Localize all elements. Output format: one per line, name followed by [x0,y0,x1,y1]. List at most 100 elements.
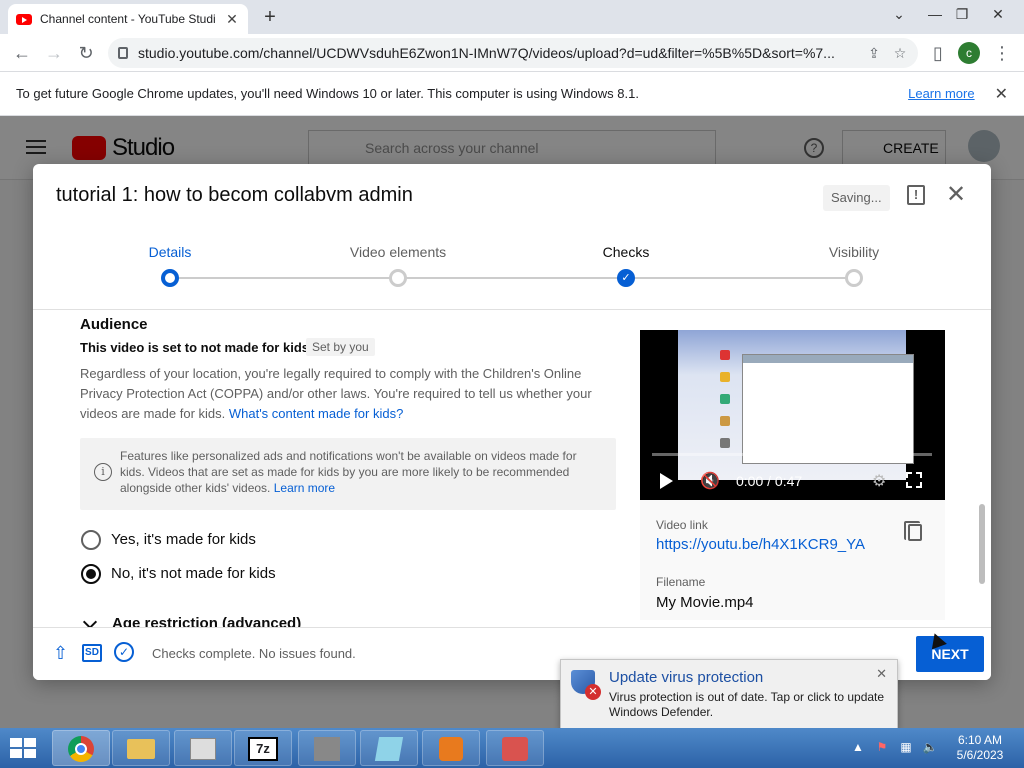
content-scrollbar[interactable] [979,504,985,584]
notes-taskbar-icon[interactable] [360,730,418,766]
step-checks[interactable]: Checks [556,244,696,260]
monitor-taskbar-icon[interactable] [174,730,232,766]
play-icon[interactable] [660,473,673,489]
youtube-favicon-icon [16,13,32,25]
side-panel-icon[interactable]: ▯ [926,41,950,65]
video-progress-bar[interactable] [652,453,932,456]
fullscreen-icon[interactable] [906,472,922,488]
tab-title: Channel content - YouTube Studio [40,12,216,26]
video-frame [678,330,914,480]
checks-status: Checks complete. No issues found. [152,646,356,661]
age-restriction-toggle[interactable]: Age restriction (advanced) [112,615,301,627]
filename-label: Filename [656,575,706,589]
dialog-title: tutorial 1: how to becom collabvm admin [56,184,413,206]
tray-flag-icon[interactable]: ⚑ [874,740,890,756]
tray-expand-icon[interactable]: ▲ [850,740,866,756]
browser-tab[interactable]: Channel content - YouTube Studio ✕ [8,4,248,34]
toast-title: Update virus protection [609,669,764,686]
7zip-taskbar-icon[interactable]: 7z [234,730,292,766]
video-link-label: Video link [656,518,708,532]
kids-info-box: i Features like personalized ads and not… [80,438,616,510]
address-toolbar: ← → ↻ studio.youtube.com/channel/UCDWVsd… [0,34,1024,72]
details-content: Audience This video is set to not made f… [33,310,991,627]
close-dialog-icon[interactable]: ✕ [943,182,969,208]
stepper: Details Video elements Checks Visibility… [33,232,991,310]
step-visibility[interactable]: Visibility [784,244,924,260]
defender-shield-icon: ✕ [571,670,601,700]
sd-badge-icon[interactable]: SD [82,644,102,662]
step-check-icon: ✓ [617,269,635,287]
clock-time: 6:10 AM [957,733,1003,747]
chrome-taskbar-icon[interactable] [52,730,110,766]
video-preview-panel: 🔇 0:00 / 0:47 ⚙ Video link https://youtu… [640,330,945,620]
tray-volume-icon[interactable]: 🔈 [922,740,938,756]
movie-maker-taskbar-icon[interactable] [486,730,544,766]
window-close-button[interactable]: ✕ [980,0,1016,30]
bookmark-star-icon[interactable]: ☆ [892,45,908,62]
clock-date: 5/6/2023 [956,748,1004,762]
radio-not-made-for-kids-label[interactable]: No, it's not made for kids [111,565,276,582]
toast-body: Virus protection is out of date. Tap or … [609,690,885,719]
taskbar-clock[interactable]: 6:10 AM 5/6/2023 [944,733,1016,763]
omnibox[interactable]: studio.youtube.com/channel/UCDWVsduhE6Zw… [108,38,918,68]
radio-made-for-kids[interactable] [81,530,101,550]
feedback-icon[interactable]: ! [907,185,925,205]
filename-value: My Movie.mp4 [656,594,754,611]
step-dot [845,269,863,287]
windows-taskbar: 7z ▲ ⚑ ▦ 🔈 6:10 AM 5/6/2023 [0,728,1024,768]
settings-gear-icon[interactable]: ⚙ [872,471,886,491]
tab-search-icon[interactable]: ⌄ [881,0,917,30]
audience-description: Regardless of your location, you're lega… [80,364,620,424]
audience-status: This video is set to not made for kids [80,340,309,355]
set-by-chip: Set by you [306,338,375,356]
video-player[interactable]: 🔇 0:00 / 0:47 ⚙ [640,330,945,500]
lock-icon [118,47,128,59]
media-player-taskbar-icon[interactable] [422,730,480,766]
url-text[interactable]: studio.youtube.com/channel/UCDWVsduhE6Zw… [138,45,856,61]
app-taskbar-icon[interactable] [298,730,356,766]
infobar-learn-more-link[interactable]: Learn more [908,86,974,101]
upload-icon[interactable]: ⇧ [53,644,68,663]
radio-made-for-kids-label[interactable]: Yes, it's made for kids [111,531,256,548]
forward-arrow-icon[interactable]: → [42,41,66,65]
step-line [398,277,626,279]
volume-muted-icon[interactable]: 🔇 [700,471,720,491]
toast-close-icon[interactable]: ✕ [876,666,887,682]
checks-complete-icon[interactable]: ✓ [114,642,134,662]
info-icon: i [94,463,112,481]
browser-titlebar: Channel content - YouTube Studio ✕ + ⌄ —… [0,0,1024,34]
infobar-close-icon[interactable]: ✕ [995,84,1008,104]
info-learn-more-link[interactable]: Learn more [274,481,335,495]
tray-network-icon[interactable]: ▦ [898,740,914,756]
saving-badge: Saving... [823,185,890,211]
windows-start-icon[interactable] [6,734,40,762]
step-line [626,277,854,279]
step-dot [389,269,407,287]
defender-toast[interactable]: ✕ Update virus protection Virus protecti… [560,659,898,729]
copy-icon[interactable] [904,521,922,541]
reload-icon[interactable]: ↻ [74,41,98,65]
step-video-elements[interactable]: Video elements [328,244,468,260]
restore-button[interactable]: ❐ [944,0,980,30]
profile-avatar[interactable]: c [958,42,980,64]
step-dot-current [161,269,179,287]
notepad-window [742,354,914,464]
kids-content-link[interactable]: What's content made for kids? [229,406,403,421]
next-button[interactable]: NEXT [916,636,984,672]
desktop-icons [720,350,734,470]
video-link[interactable]: https://youtu.be/h4X1KCR9_YA [656,536,865,553]
radio-not-made-for-kids[interactable] [81,564,101,584]
chrome-menu-icon[interactable]: ⋮ [990,41,1014,65]
update-infobar: To get future Google Chrome updates, you… [0,72,1024,116]
step-line [170,277,398,279]
step-details[interactable]: Details [100,244,240,260]
back-arrow-icon[interactable]: ← [10,41,34,65]
tab-close-icon[interactable]: ✕ [224,11,240,28]
audience-heading: Audience [80,316,148,333]
infobar-message: To get future Google Chrome updates, you… [16,86,639,101]
share-icon[interactable]: ⇪ [866,45,882,62]
new-tab-button[interactable]: + [258,6,282,30]
upload-dialog: tutorial 1: how to becom collabvm admin … [33,164,991,680]
chevron-down-icon[interactable] [82,614,98,627]
file-explorer-taskbar-icon[interactable] [112,730,170,766]
